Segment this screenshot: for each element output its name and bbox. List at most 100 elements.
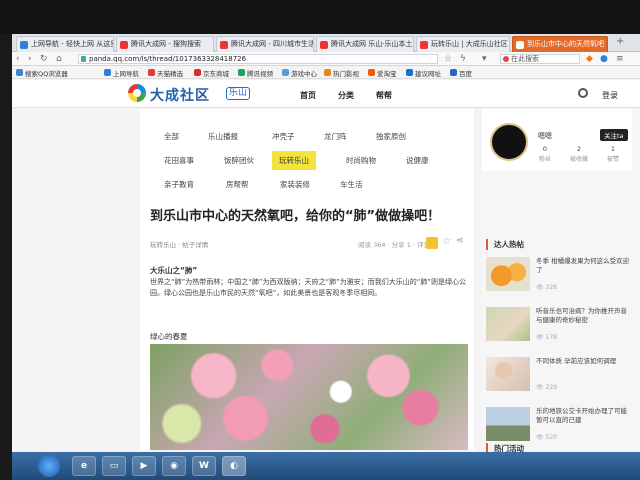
like-icon[interactable] xyxy=(426,237,438,249)
bookmark-item[interactable]: 百度 xyxy=(450,68,472,78)
main-content: 全部 乐山播报 冲壳子 龙门阵 独家原创 花田喜事 饭醉团伙 玩转乐山 时尚购物… xyxy=(12,109,640,480)
stat-value: 1 xyxy=(610,145,616,153)
screen: 上网导航 - 轻快上网 从这里 腾讯大成网 - 搜狗搜索 腾讯大成网 - 四川城… xyxy=(12,34,640,480)
bookmark-star-icon[interactable]: ☆ xyxy=(444,54,452,64)
tab-sichuan[interactable]: 腾讯大成网 - 四川城市生活 xyxy=(216,36,314,52)
bookmark-label: 上网导航 xyxy=(113,70,139,78)
share-icon[interactable]: ⋖ xyxy=(456,236,464,246)
bookmark-icon xyxy=(148,69,155,76)
hot-post-item[interactable]: 听音乐也可治病？为你推开声音与健康的奇妙秘密 👁 178 xyxy=(486,307,632,347)
site-favicon-icon xyxy=(220,41,228,49)
ie-icon[interactable]: e xyxy=(72,456,96,476)
category-original[interactable]: 独家原创 xyxy=(376,131,406,142)
bookmark-label: 爱淘宝 xyxy=(377,70,397,78)
category-parenting[interactable]: 亲子教育 xyxy=(164,179,194,190)
start-button-icon[interactable] xyxy=(38,455,60,477)
category-longmenzhen[interactable]: 龙门阵 xyxy=(324,131,347,142)
bookmark-item[interactable]: 爱淘宝 xyxy=(368,68,397,78)
bookmark-icon xyxy=(406,69,413,76)
hot-post-title: 不同体质 孕前应该如何调理 xyxy=(536,357,617,365)
bookmark-item[interactable]: 游戏中心 xyxy=(282,68,317,78)
follow-button[interactable]: 关注ta xyxy=(600,129,628,141)
browser-search-input[interactable]: 在此搜索 xyxy=(500,54,580,64)
refresh-icon[interactable]: ↻ xyxy=(40,54,48,64)
tab-label: 腾讯大成网 - 搜狗搜索 xyxy=(131,40,201,48)
home-icon[interactable]: ⌂ xyxy=(56,54,62,64)
bookmark-icon xyxy=(104,69,111,76)
dacheng-logo-icon[interactable] xyxy=(128,84,146,102)
stat-fans: 0 粉丝 xyxy=(528,145,562,163)
hot-post-views-count: 229 xyxy=(545,384,557,391)
site-favicon-icon xyxy=(516,41,524,49)
blossom-photo[interactable] xyxy=(150,344,468,450)
search-icon[interactable] xyxy=(578,88,588,98)
extension-icon[interactable]: ◆ xyxy=(586,54,593,64)
qq-browser-icon[interactable]: ◉ xyxy=(162,456,186,476)
category-chongkezi[interactable]: 冲壳子 xyxy=(272,131,295,142)
account-icon[interactable]: ● xyxy=(600,54,608,64)
site-city-badge[interactable]: 乐山 xyxy=(226,87,251,100)
bookmark-label: 游戏中心 xyxy=(291,70,317,78)
tab-nav[interactable]: 上网导航 - 轻快上网 从这里 xyxy=(16,36,114,52)
hot-post-item[interactable]: 不同体质 孕前应该如何调理 👁 229 xyxy=(486,357,632,397)
bookmark-item[interactable]: 搜索QQ浏览器 xyxy=(16,68,68,78)
tab-leshan-local[interactable]: 腾讯大成网 乐山·乐山本土 xyxy=(316,36,414,52)
bookmark-label: 百度 xyxy=(459,70,472,78)
hot-post-views: 👁 520 xyxy=(536,434,557,441)
post-breadcrumb[interactable]: 玩转乐山 · 帖子详情 xyxy=(150,239,208,249)
hot-post-thumbnail xyxy=(486,357,530,391)
category-leshan-news[interactable]: 乐山播报 xyxy=(208,131,238,142)
back-icon[interactable]: ‹ xyxy=(16,54,20,64)
post-section-heading: 大乐山之“肺” xyxy=(150,266,198,275)
bookmark-item[interactable]: 京东商城 xyxy=(194,68,229,78)
category-wedding[interactable]: 花田喜事 xyxy=(164,155,194,166)
nav-help[interactable]: 帮帮 xyxy=(376,90,392,101)
author-profile: 嗯嗯 关注ta 0 粉丝 2 被收藏 1 被赞 xyxy=(482,109,632,171)
menu-icon[interactable]: ≡ xyxy=(616,54,624,64)
tab-search[interactable]: 腾讯大成网 - 搜狗搜索 xyxy=(116,36,214,52)
post-card: 全部 乐山播报 冲壳子 龙门阵 独家原创 花田喜事 饭醉团伙 玩转乐山 时尚购物… xyxy=(140,109,474,450)
folder-icon[interactable]: ▭ xyxy=(102,456,126,476)
monitor-bezel xyxy=(0,0,640,34)
sidebar: 嗯嗯 关注ta 0 粉丝 2 被收藏 1 被赞 达人热帖 冬季 柑橘爆发果为何这么受欢… xyxy=(482,109,640,454)
forward-icon[interactable]: › xyxy=(28,54,32,64)
bookmark-item[interactable]: 热门影视 xyxy=(324,68,359,78)
bookmark-icon xyxy=(324,69,331,76)
category-car[interactable]: 车生活 xyxy=(340,179,363,190)
dropdown-icon[interactable]: ▾ xyxy=(482,54,487,64)
tab-label: 到乐山市中心的天然氧吧 xyxy=(527,40,604,48)
category-all[interactable]: 全部 xyxy=(164,131,179,142)
bookmark-item[interactable]: 天猫精选 xyxy=(148,68,183,78)
favorite-star-icon[interactable]: ☆ xyxy=(442,236,451,247)
bookmark-item[interactable]: 上网导航 xyxy=(104,68,139,78)
category-play-leshan[interactable]: 玩转乐山 xyxy=(272,151,316,170)
hot-post-item[interactable]: 冬季 柑橘爆发果为何这么受欢迎了 👁 328 xyxy=(486,257,632,297)
new-tab-icon[interactable]: + xyxy=(616,36,624,47)
stat-value: 0 xyxy=(542,145,548,153)
bookmarks-bar: 搜索QQ浏览器 上网导航 天猫精选 京东商城 腾讯视频 游戏中心 热门影视 爱淘… xyxy=(12,66,640,79)
category-decoration[interactable]: 家装装修 xyxy=(280,179,310,190)
url-input[interactable]: panda.qq.com/ls/thread/1017363328418726 xyxy=(78,54,438,64)
nav-home[interactable]: 首页 xyxy=(300,90,316,101)
post-stats: 阅读 364 · 分享 1 · 评论 1 xyxy=(358,241,437,249)
category-food[interactable]: 饭醉团伙 xyxy=(224,155,254,166)
bookmark-label: 天猫精选 xyxy=(157,70,183,78)
nav-category[interactable]: 分类 xyxy=(338,90,354,101)
login-link[interactable]: 登录 xyxy=(602,90,618,101)
lightning-icon[interactable]: ϟ xyxy=(460,54,466,64)
category-housing[interactable]: 房帮帮 xyxy=(226,179,249,190)
word-icon[interactable]: W xyxy=(192,456,216,476)
media-player-icon[interactable]: ▶ xyxy=(132,456,156,476)
category-health[interactable]: 说健康 xyxy=(406,155,429,166)
site-logo-text[interactable]: 大成社区 xyxy=(150,85,210,105)
bookmark-item[interactable]: 建议网址 xyxy=(406,68,441,78)
category-shopping[interactable]: 时尚购物 xyxy=(346,155,376,166)
avatar[interactable] xyxy=(490,123,528,161)
hot-post-item[interactable]: 乐的地铁公交卡开始办理了可能暂可以直的已建 👁 520 xyxy=(486,407,632,447)
hot-post-views: 👁 328 xyxy=(536,284,557,291)
browser-taskbar-icon[interactable]: ◐ xyxy=(222,456,246,476)
tab-leshan-community[interactable]: 玩转乐山 | 大成乐山社区 xyxy=(416,36,510,52)
bookmark-item[interactable]: 腾讯视频 xyxy=(238,68,273,78)
tab-current[interactable]: 到乐山市中心的天然氧吧 xyxy=(512,36,608,52)
author-name[interactable]: 嗯嗯 xyxy=(538,131,552,141)
